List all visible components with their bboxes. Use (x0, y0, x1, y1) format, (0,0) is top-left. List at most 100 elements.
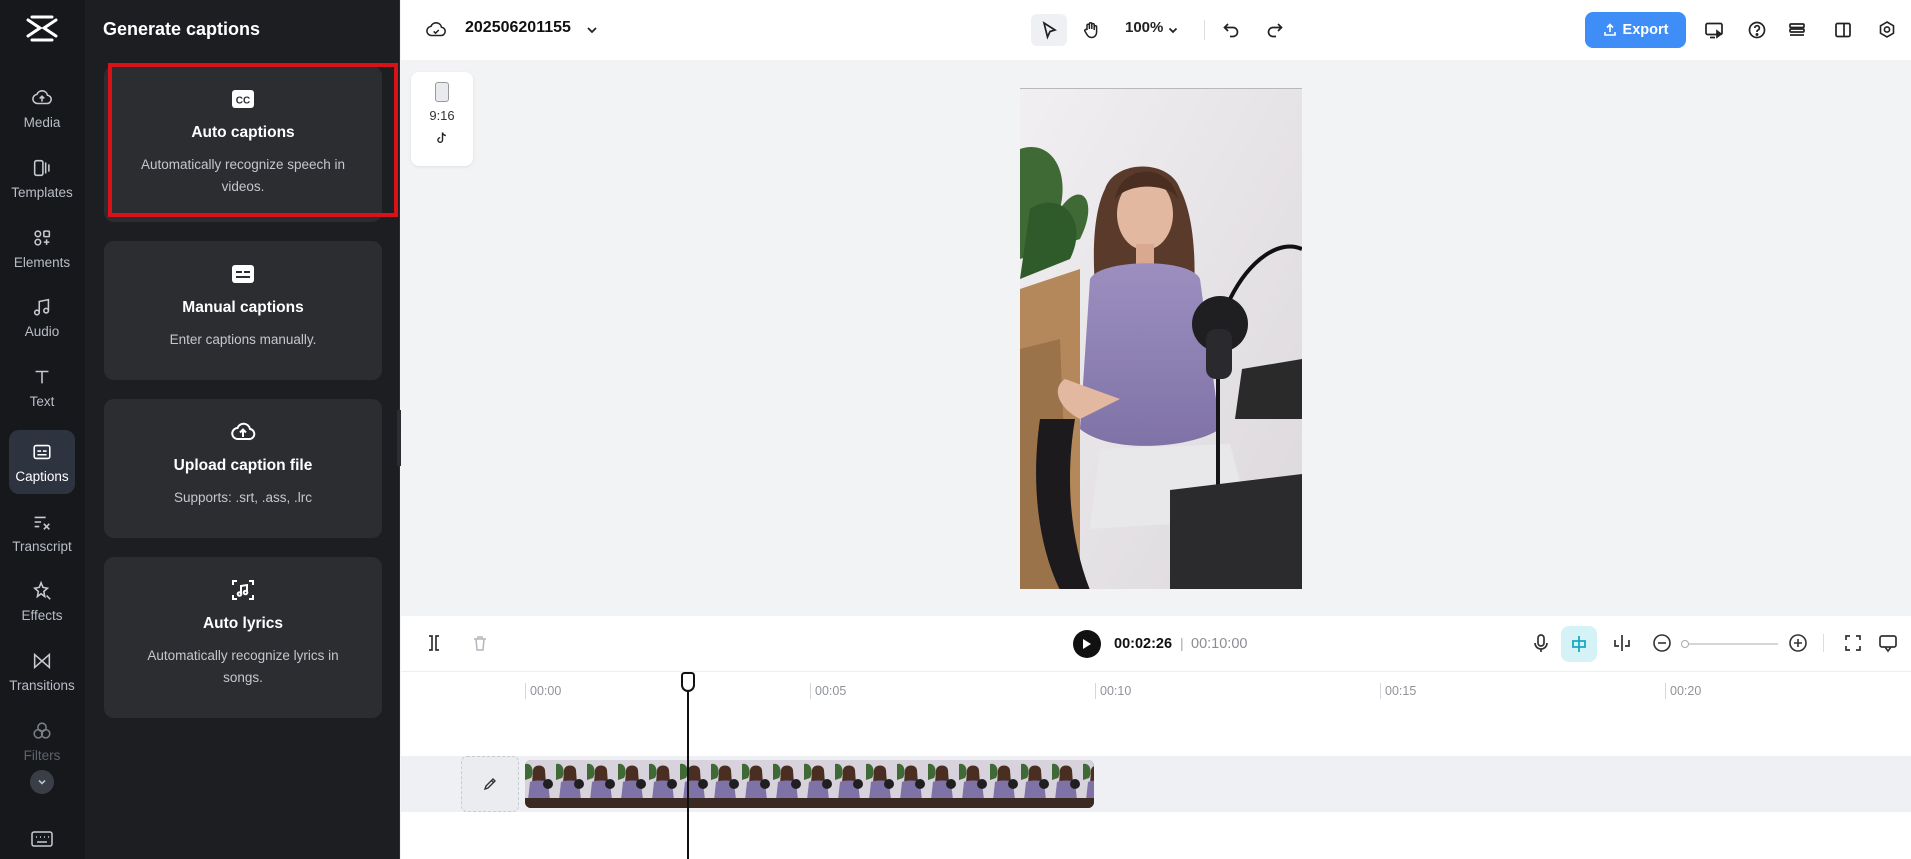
playhead-handle[interactable] (681, 672, 695, 692)
export-label: Export (1622, 22, 1669, 38)
rail-item-captions[interactable]: Captions (9, 430, 75, 494)
app-window: Media Templates Elements Audio Text Capt… (0, 0, 1911, 859)
rail-label: Transcript (12, 538, 72, 554)
redo-button[interactable] (1261, 14, 1289, 46)
left-nav-rail: Media Templates Elements Audio Text Capt… (0, 0, 85, 859)
cloud-upload-icon (231, 422, 256, 441)
undo-button[interactable] (1217, 14, 1245, 46)
rail-item-elements[interactable]: Elements (9, 216, 75, 280)
cloud-upload-icon (32, 89, 52, 104)
keyboard-shortcuts-icon[interactable] (30, 830, 54, 848)
rail-item-filters[interactable]: Filters (9, 709, 75, 773)
rail-label: Text (29, 393, 55, 409)
upload-caption-file-card[interactable]: Upload caption file Supports: .srt, .ass… (104, 399, 382, 538)
hand-icon (1084, 22, 1098, 39)
chevron-down-icon (38, 779, 46, 785)
aspect-ratio-card[interactable]: 9:16 (411, 72, 473, 166)
transcript-icon (34, 516, 50, 530)
ruler-tick: 00:15 (1380, 683, 1416, 699)
rail-item-audio[interactable]: Audio (9, 285, 75, 349)
chevron-down-icon[interactable] (1167, 14, 1179, 46)
rail-label: Audio (24, 323, 60, 339)
timeline-ruler[interactable]: 00:00 00:05 00:10 00:15 00:20 (401, 671, 1911, 711)
help-icon (1748, 21, 1766, 39)
total-duration: 00:10:00 (1191, 636, 1248, 652)
play-button[interactable] (1073, 630, 1101, 658)
split-clip-icon[interactable] (1611, 632, 1633, 654)
pencil-icon (483, 778, 496, 791)
phone-ratio-icon (435, 82, 449, 102)
monitor-play-icon (1705, 22, 1723, 39)
zoom-slider-handle[interactable] (1681, 640, 1689, 648)
upload-icon (1603, 23, 1616, 36)
capcut-logo-icon[interactable] (24, 14, 60, 44)
card-description: Automatically recognize speech in videos… (140, 157, 346, 194)
layers-icon (1789, 23, 1805, 36)
layers-button[interactable] (1785, 14, 1809, 46)
playhead-line[interactable] (687, 672, 689, 859)
split-icon[interactable] (423, 632, 445, 654)
manual-captions-card[interactable]: Manual captions Enter captions manually. (104, 241, 382, 380)
top-toolbar: 202506201155 100% Export (401, 0, 1911, 60)
rail-item-transcript[interactable]: Transcript (9, 500, 75, 564)
rail-expand-button[interactable] (30, 770, 54, 794)
rail-item-transitions[interactable]: Transitions (9, 639, 75, 703)
aspect-ratio-label: 9:16 (429, 108, 455, 123)
settings-button[interactable] (1875, 14, 1899, 46)
rail-item-templates[interactable]: Templates (9, 146, 75, 210)
hand-tool-button[interactable] (1075, 14, 1107, 46)
ruler-tick: 00:00 (525, 683, 561, 699)
pointer-icon (1042, 21, 1058, 40)
magnet-snap-toggle[interactable] (1561, 626, 1597, 662)
card-description: Supports: .srt, .ass, .lrc (173, 490, 313, 505)
rail-label: Templates (11, 184, 73, 200)
undo-icon (1223, 23, 1239, 38)
ruler-tick: 00:10 (1095, 683, 1131, 699)
rail-item-media[interactable]: Media (9, 76, 75, 140)
rail-item-text[interactable]: Text (9, 355, 75, 419)
present-button[interactable] (1701, 14, 1727, 46)
track-edit-button[interactable] (461, 756, 519, 812)
auto-lyrics-card[interactable]: Auto lyrics Automatically recognize lyri… (104, 557, 382, 718)
timeline-panel: 00:02:26 | 00:10:00 00:00 00:05 00:10 00… (401, 616, 1911, 859)
zoom-level[interactable]: 100% (1125, 19, 1163, 36)
lyrics-scan-icon (232, 580, 254, 600)
zoom-out-icon[interactable] (1651, 632, 1673, 654)
ruler-tick: 00:20 (1665, 683, 1701, 699)
trash-icon[interactable] (469, 632, 491, 654)
zoom-in-icon[interactable] (1787, 632, 1809, 654)
select-tool-button[interactable] (1031, 14, 1067, 46)
filters-icon (33, 721, 51, 739)
templates-icon (33, 159, 50, 176)
chevron-down-icon[interactable] (585, 14, 599, 46)
split-panel-icon (1835, 22, 1851, 38)
toolbar-divider (1204, 20, 1205, 40)
video-canvas[interactable] (1020, 88, 1302, 589)
time-separator: | (1180, 635, 1184, 651)
layout-toggle-button[interactable] (1831, 14, 1855, 46)
auto-captions-card[interactable]: CC Auto captions Automatically recognize… (104, 66, 382, 222)
export-button[interactable]: Export (1585, 12, 1686, 48)
timeline-zoom-slider[interactable] (1684, 643, 1778, 645)
gear-icon (1879, 21, 1895, 38)
project-name[interactable]: 202506201155 (465, 19, 571, 37)
video-clip[interactable] (525, 760, 1094, 808)
panel-title: Generate captions (103, 19, 261, 39)
cloud-sync-icon[interactable] (425, 14, 447, 46)
comment-icon[interactable] (1877, 632, 1899, 654)
text-icon (35, 370, 49, 383)
fullscreen-icon[interactable] (1842, 632, 1864, 654)
redo-icon (1267, 23, 1283, 38)
tiktok-icon (437, 132, 446, 143)
rail-label: Elements (13, 254, 71, 270)
rail-item-effects[interactable]: Effects (9, 569, 75, 633)
play-icon (1083, 639, 1091, 649)
microphone-icon[interactable] (1530, 632, 1552, 654)
cc-icon: CC (232, 90, 254, 108)
svg-text:CC: CC (236, 96, 250, 107)
card-description: Enter captions manually. (169, 332, 317, 347)
transitions-icon (33, 652, 51, 669)
elements-icon (34, 229, 51, 246)
help-button[interactable] (1745, 14, 1769, 46)
ruler-tick: 00:05 (810, 683, 846, 699)
